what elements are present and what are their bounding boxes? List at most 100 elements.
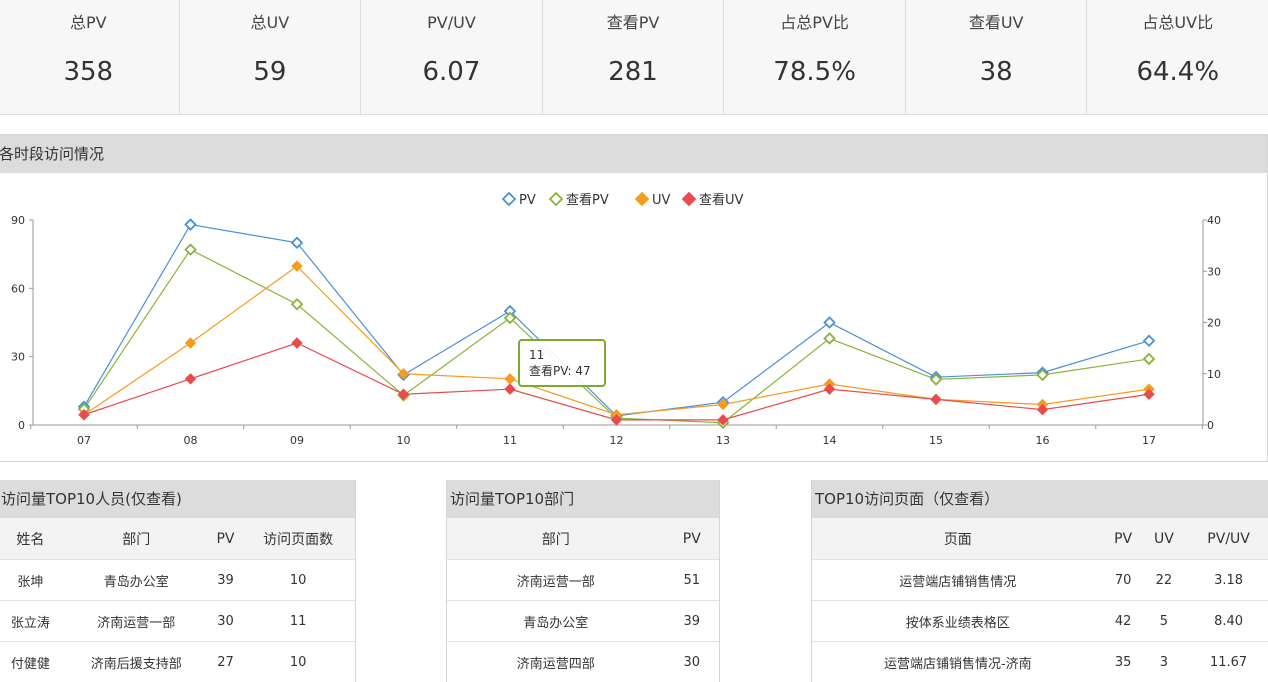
cell: 22 xyxy=(1143,560,1186,601)
legend-marker xyxy=(683,193,695,205)
y-tick-label-left: 30 xyxy=(11,351,25,364)
cell: 济南运营一部 xyxy=(63,601,210,642)
table-row[interactable]: 济南运营四部 30 xyxy=(447,642,719,682)
table-header-row: 姓名 部门 PV 访问页面数 xyxy=(0,518,355,560)
col-pv[interactable]: PV xyxy=(665,518,719,560)
legend-marker xyxy=(503,193,515,205)
top10-pages-table: 页面 PV UV PV/UV 运营端店铺销售情况 70 22 3.18 按体系业… xyxy=(812,518,1268,682)
x-tick-label: 17 xyxy=(1142,434,1156,447)
cell: 11.67 xyxy=(1185,642,1268,682)
cell: 运营端店铺销售情况-济南 xyxy=(812,642,1104,682)
x-tick-label: 09 xyxy=(290,434,304,447)
table-row[interactable]: 张坤 青岛办公室 39 10 xyxy=(0,560,355,601)
legend-label: 查看PV xyxy=(566,192,609,208)
top10-users-title: 访问量TOP10人员(仅查看) xyxy=(0,480,355,518)
table-header-row: 页面 PV UV PV/UV xyxy=(812,518,1268,560)
cell: 济南运营一部 xyxy=(447,560,665,601)
data-point-查看PV xyxy=(186,245,196,255)
data-point-查看UV xyxy=(292,338,302,348)
top10-users-panel: 访问量TOP10人员(仅查看) 姓名 部门 PV 访问页面数 张坤 青岛办公室 … xyxy=(0,480,356,682)
table-row[interactable]: 张立涛 济南运营一部 30 11 xyxy=(0,601,355,642)
col-page[interactable]: 页面 xyxy=(812,518,1104,560)
cell: 30 xyxy=(210,601,242,642)
legend-label: 查看UV xyxy=(699,192,744,208)
y-tick-label-right: 30 xyxy=(1207,265,1221,278)
data-point-查看PV xyxy=(1144,354,1154,364)
x-tick-label: 16 xyxy=(1036,434,1050,447)
data-point-UV xyxy=(505,374,515,384)
top10-pages-title: TOP10访问页面（仅查看） xyxy=(812,480,1268,518)
cell: 8.40 xyxy=(1185,601,1268,642)
table-row[interactable]: 青岛办公室 39 xyxy=(447,601,719,642)
col-pv[interactable]: PV xyxy=(210,518,242,560)
x-tick-label: 15 xyxy=(929,434,943,447)
y-tick-label-left: 90 xyxy=(11,214,25,227)
hourly-visits-chart[interactable]: 03060900102030400708091011121314151617PV… xyxy=(0,0,1268,460)
cell: 27 xyxy=(210,642,242,682)
cell: 10 xyxy=(241,642,355,682)
data-point-查看UV xyxy=(186,374,196,384)
y-tick-label-right: 0 xyxy=(1207,419,1214,432)
series-line-查看UV xyxy=(84,343,1149,420)
x-tick-label: 07 xyxy=(77,434,91,447)
cell: 35 xyxy=(1104,642,1143,682)
x-tick-label: 12 xyxy=(610,434,624,447)
legend-marker xyxy=(550,193,562,205)
y-tick-label-left: 60 xyxy=(11,282,25,295)
y-tick-label-right: 40 xyxy=(1207,214,1221,227)
cell: 运营端店铺销售情况 xyxy=(812,560,1104,601)
cell: 济南后援支持部 xyxy=(63,642,210,682)
data-point-PV xyxy=(1144,336,1154,346)
top10-depts-title: 访问量TOP10部门 xyxy=(447,480,719,518)
cell: 39 xyxy=(210,560,242,601)
col-pages[interactable]: 访问页面数 xyxy=(241,518,355,560)
x-tick-label: 11 xyxy=(503,434,517,447)
table-header-row: 部门 PV xyxy=(447,518,719,560)
y-tick-label-right: 20 xyxy=(1207,317,1221,330)
data-point-查看UV xyxy=(505,384,515,394)
cell: 青岛办公室 xyxy=(447,601,665,642)
table-row[interactable]: 运营端店铺销售情况 70 22 3.18 xyxy=(812,560,1268,601)
col-dept[interactable]: 部门 xyxy=(447,518,665,560)
cell: 51 xyxy=(665,560,719,601)
cell: 张立涛 xyxy=(0,601,63,642)
col-dept[interactable]: 部门 xyxy=(63,518,210,560)
cell: 济南运营四部 xyxy=(447,642,665,682)
series-line-UV xyxy=(84,266,1149,415)
y-tick-label-right: 10 xyxy=(1207,368,1221,381)
y-tick-label-left: 0 xyxy=(18,419,25,432)
series-line-PV xyxy=(84,225,1149,416)
cell: 30 xyxy=(665,642,719,682)
legend-label: UV xyxy=(652,193,671,208)
tooltip-value: 查看PV: 47 xyxy=(529,363,604,379)
cell: 张坤 xyxy=(0,560,63,601)
top10-depts-table: 部门 PV 济南运营一部 51 青岛办公室 39 济南运营四部 30 xyxy=(447,518,719,682)
cell: 39 xyxy=(665,601,719,642)
cell: 70 xyxy=(1104,560,1143,601)
cell: 3.18 xyxy=(1185,560,1268,601)
x-tick-label: 14 xyxy=(823,434,837,447)
col-pv-per-uv[interactable]: PV/UV xyxy=(1185,518,1268,560)
cell: 3 xyxy=(1143,642,1186,682)
col-uv[interactable]: UV xyxy=(1143,518,1186,560)
cell: 青岛办公室 xyxy=(63,560,210,601)
cell: 10 xyxy=(241,560,355,601)
cell: 按体系业绩表格区 xyxy=(812,601,1104,642)
table-row[interactable]: 按体系业绩表格区 42 5 8.40 xyxy=(812,601,1268,642)
col-pv[interactable]: PV xyxy=(1104,518,1143,560)
legend-label: PV xyxy=(519,193,536,208)
table-row[interactable]: 运营端店铺销售情况-济南 35 3 11.67 xyxy=(812,642,1268,682)
table-row[interactable]: 济南运营一部 51 xyxy=(447,560,719,601)
x-tick-label: 13 xyxy=(716,434,730,447)
table-row[interactable]: 付健健 济南后援支持部 27 10 xyxy=(0,642,355,682)
cell: 42 xyxy=(1104,601,1143,642)
top10-depts-panel: 访问量TOP10部门 部门 PV 济南运营一部 51 青岛办公室 39 济南运营… xyxy=(446,480,720,682)
col-name[interactable]: 姓名 xyxy=(0,518,63,560)
data-point-UV xyxy=(186,338,196,348)
legend-marker xyxy=(636,193,648,205)
series-line-查看PV xyxy=(84,250,1149,423)
cell: 付健健 xyxy=(0,642,63,682)
chart-tooltip: 11 查看PV: 47 xyxy=(518,339,606,387)
tooltip-category: 11 xyxy=(529,347,604,363)
cell: 11 xyxy=(241,601,355,642)
